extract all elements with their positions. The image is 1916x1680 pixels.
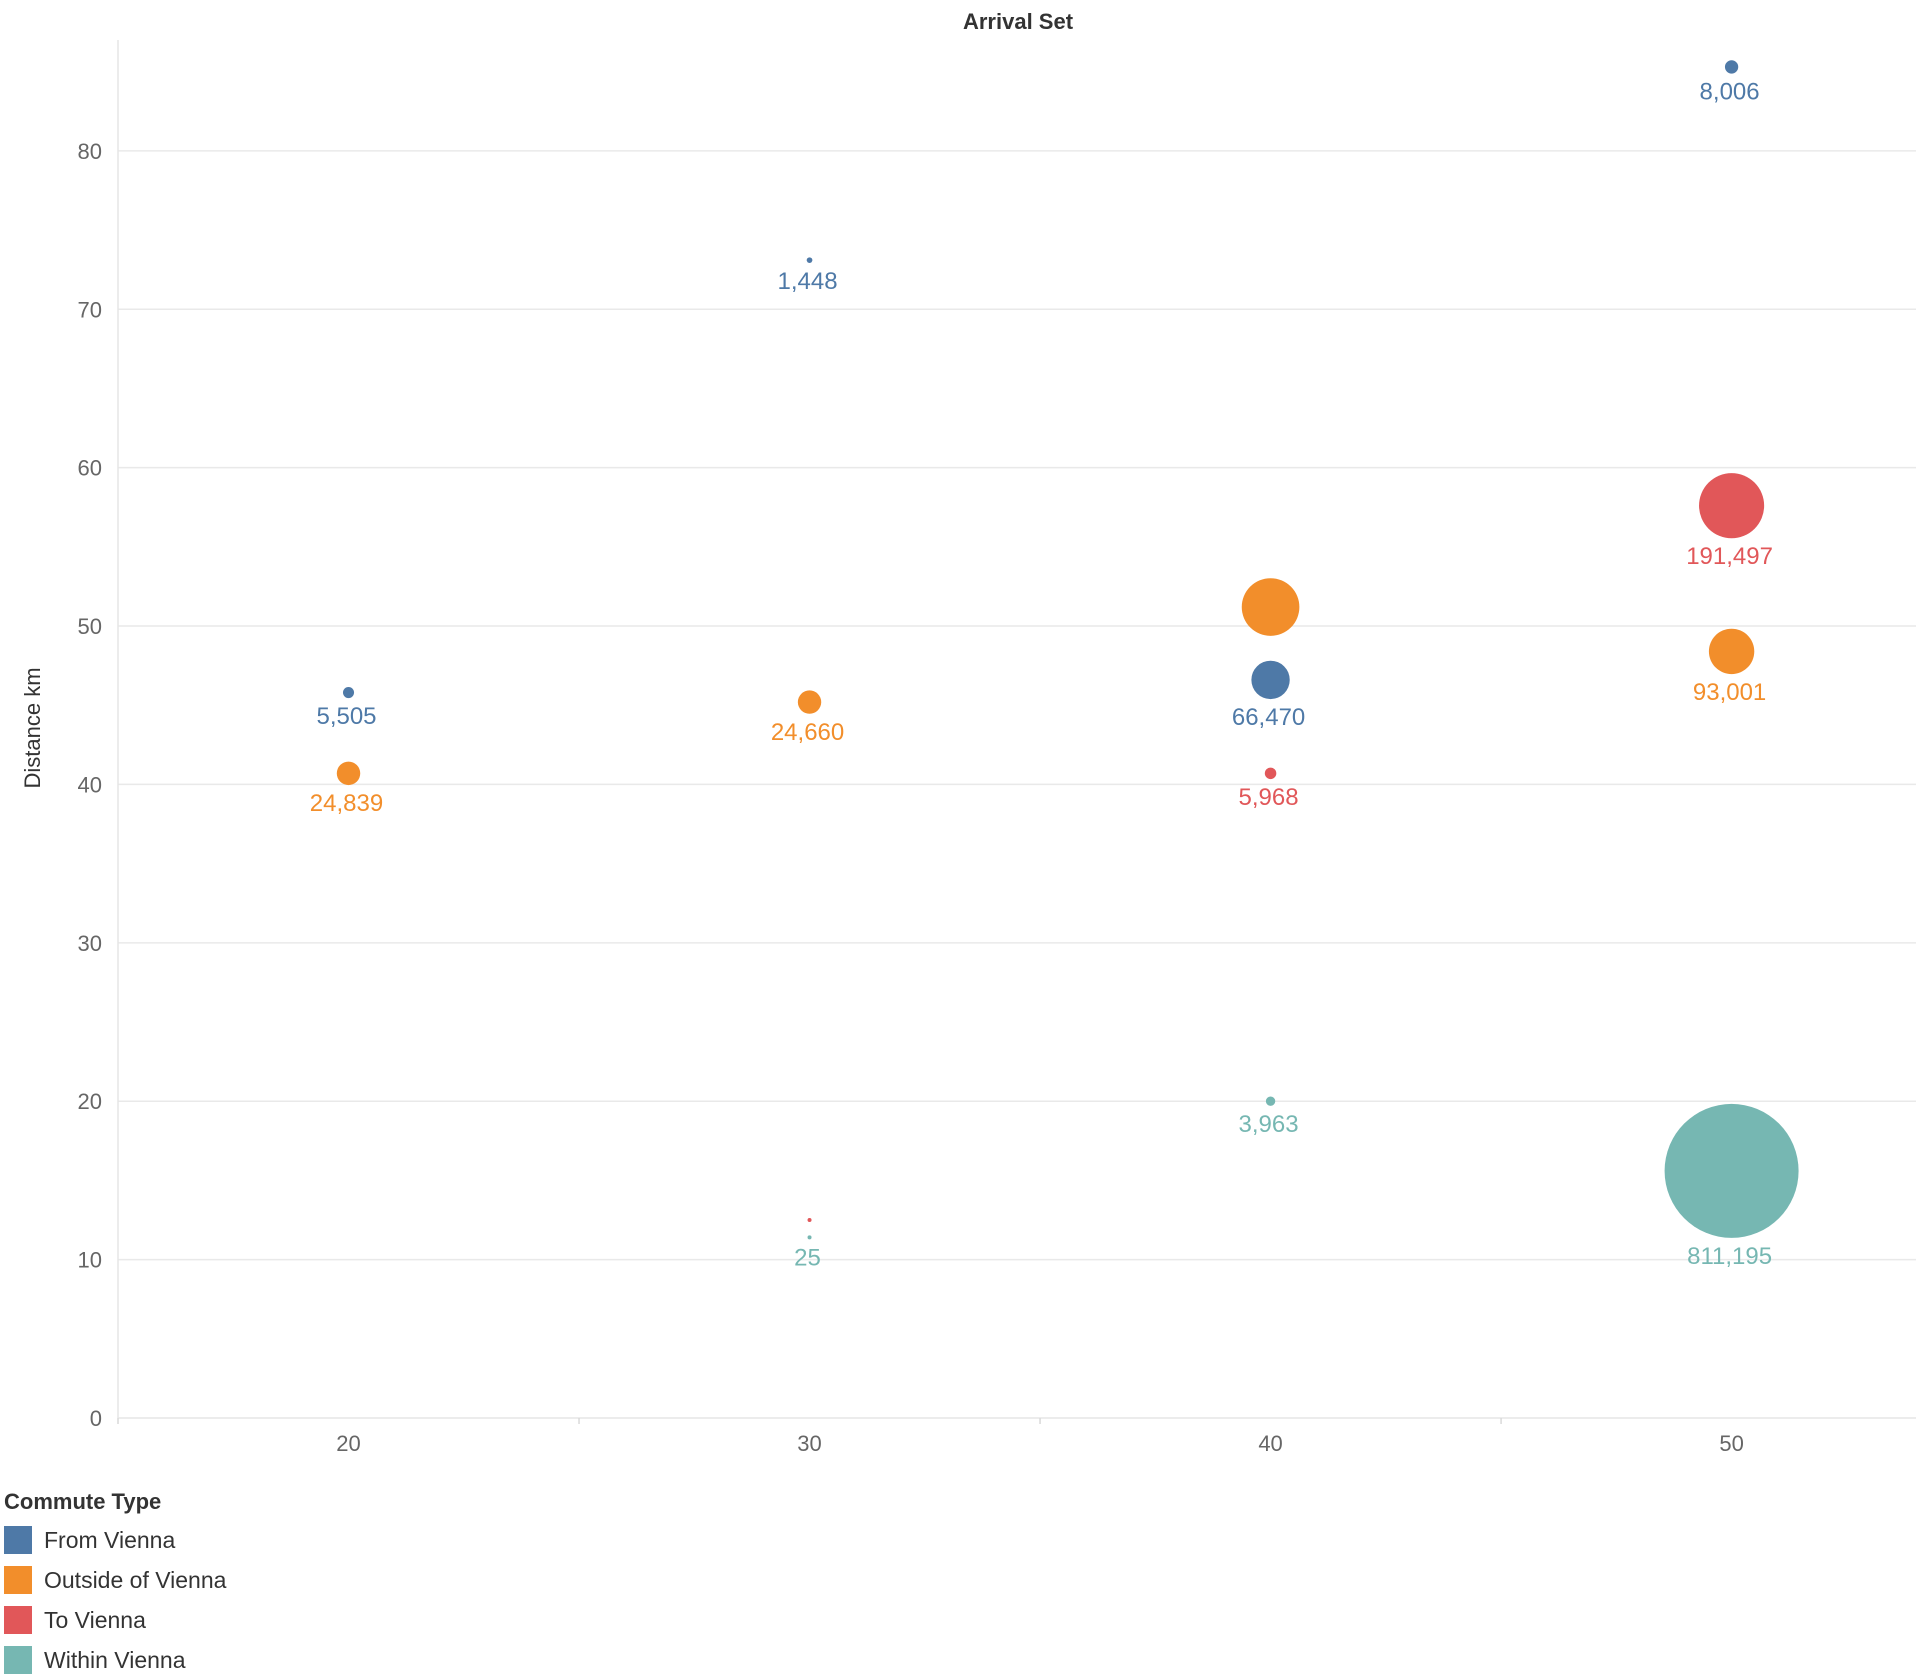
bubble <box>336 761 361 786</box>
legend-swatch <box>4 1606 32 1634</box>
y-tick-label: 30 <box>78 931 102 956</box>
bubble <box>1264 767 1277 780</box>
y-tick-label: 10 <box>78 1248 102 1273</box>
chart-title: Arrival Set <box>963 9 1074 34</box>
x-tick-label: 30 <box>797 1431 821 1456</box>
bubble <box>807 1218 812 1223</box>
legend-swatch <box>4 1646 32 1674</box>
legend-title: Commute Type <box>4 1489 162 1514</box>
bubble <box>797 690 822 714</box>
legend-label: To Vienna <box>44 1606 146 1633</box>
bubble <box>807 1235 812 1240</box>
y-tick-label: 50 <box>78 614 102 639</box>
bubble <box>806 257 813 263</box>
data-label: 191,497 <box>1686 543 1773 570</box>
y-axis-title: Distance km <box>20 667 45 788</box>
data-label: 8,006 <box>1700 79 1760 106</box>
data-label: 3,963 <box>1239 1111 1299 1138</box>
legend-label: Within Vienna <box>44 1646 186 1673</box>
y-tick-label: 40 <box>78 772 102 797</box>
x-tick-label: 40 <box>1258 1431 1282 1456</box>
y-tick-label: 80 <box>78 139 102 164</box>
data-label: 66,470 <box>1232 704 1305 731</box>
data-label: 93,001 <box>1693 679 1766 706</box>
legend-item-from-vienna[interactable]: From Vienna <box>4 1520 226 1560</box>
legend-swatch <box>4 1526 32 1554</box>
y-tick-label: 60 <box>78 456 102 481</box>
legend-swatch <box>4 1566 32 1594</box>
bubble <box>1251 660 1290 700</box>
data-label: 25 <box>794 1244 821 1271</box>
gridlines <box>118 150 1916 1261</box>
data-label: 1,448 <box>778 268 838 295</box>
data-label: 24,839 <box>310 790 383 817</box>
y-tick-label: 70 <box>78 297 102 322</box>
bubble-chart: Arrival Set Distance km 0 10 20 30 40 50 60 70 8… <box>20 9 1916 1456</box>
data-label: 5,505 <box>316 703 376 730</box>
legend-item-within-vienna[interactable]: Within Vienna <box>4 1640 226 1680</box>
bubble <box>1699 473 1765 539</box>
y-tick-label: 0 <box>90 1406 102 1431</box>
data-label: 811,195 <box>1687 1243 1772 1270</box>
data-label: 5,968 <box>1239 784 1299 811</box>
bubbles <box>336 60 1799 1240</box>
bubble <box>1664 1103 1799 1238</box>
bubble <box>1265 1096 1276 1106</box>
legend-label: Outside of Vienna <box>44 1566 227 1593</box>
y-tick-label: 20 <box>78 1089 102 1114</box>
data-labels: 811,195 191,497 93,001 66,470 24,839 24,660 8,… <box>310 79 1773 1272</box>
legend: Commute Type From Vienna Outside of Vien… <box>4 1484 226 1680</box>
legend-item-outside-of-vienna[interactable]: Outside of Vienna <box>4 1560 226 1600</box>
legend-item-to-vienna[interactable]: To Vienna <box>4 1600 226 1640</box>
x-tick-label: 20 <box>336 1431 360 1456</box>
bubble <box>1724 60 1739 74</box>
x-tick-label: 50 <box>1719 1431 1743 1456</box>
data-label: 24,660 <box>771 719 844 746</box>
bubble <box>342 687 355 699</box>
bubble <box>1241 578 1300 636</box>
axes: 0 10 20 30 40 50 60 70 80 20 30 40 50 <box>78 40 1916 1456</box>
legend-label: From Vienna <box>44 1526 176 1553</box>
bubble <box>1708 628 1755 675</box>
